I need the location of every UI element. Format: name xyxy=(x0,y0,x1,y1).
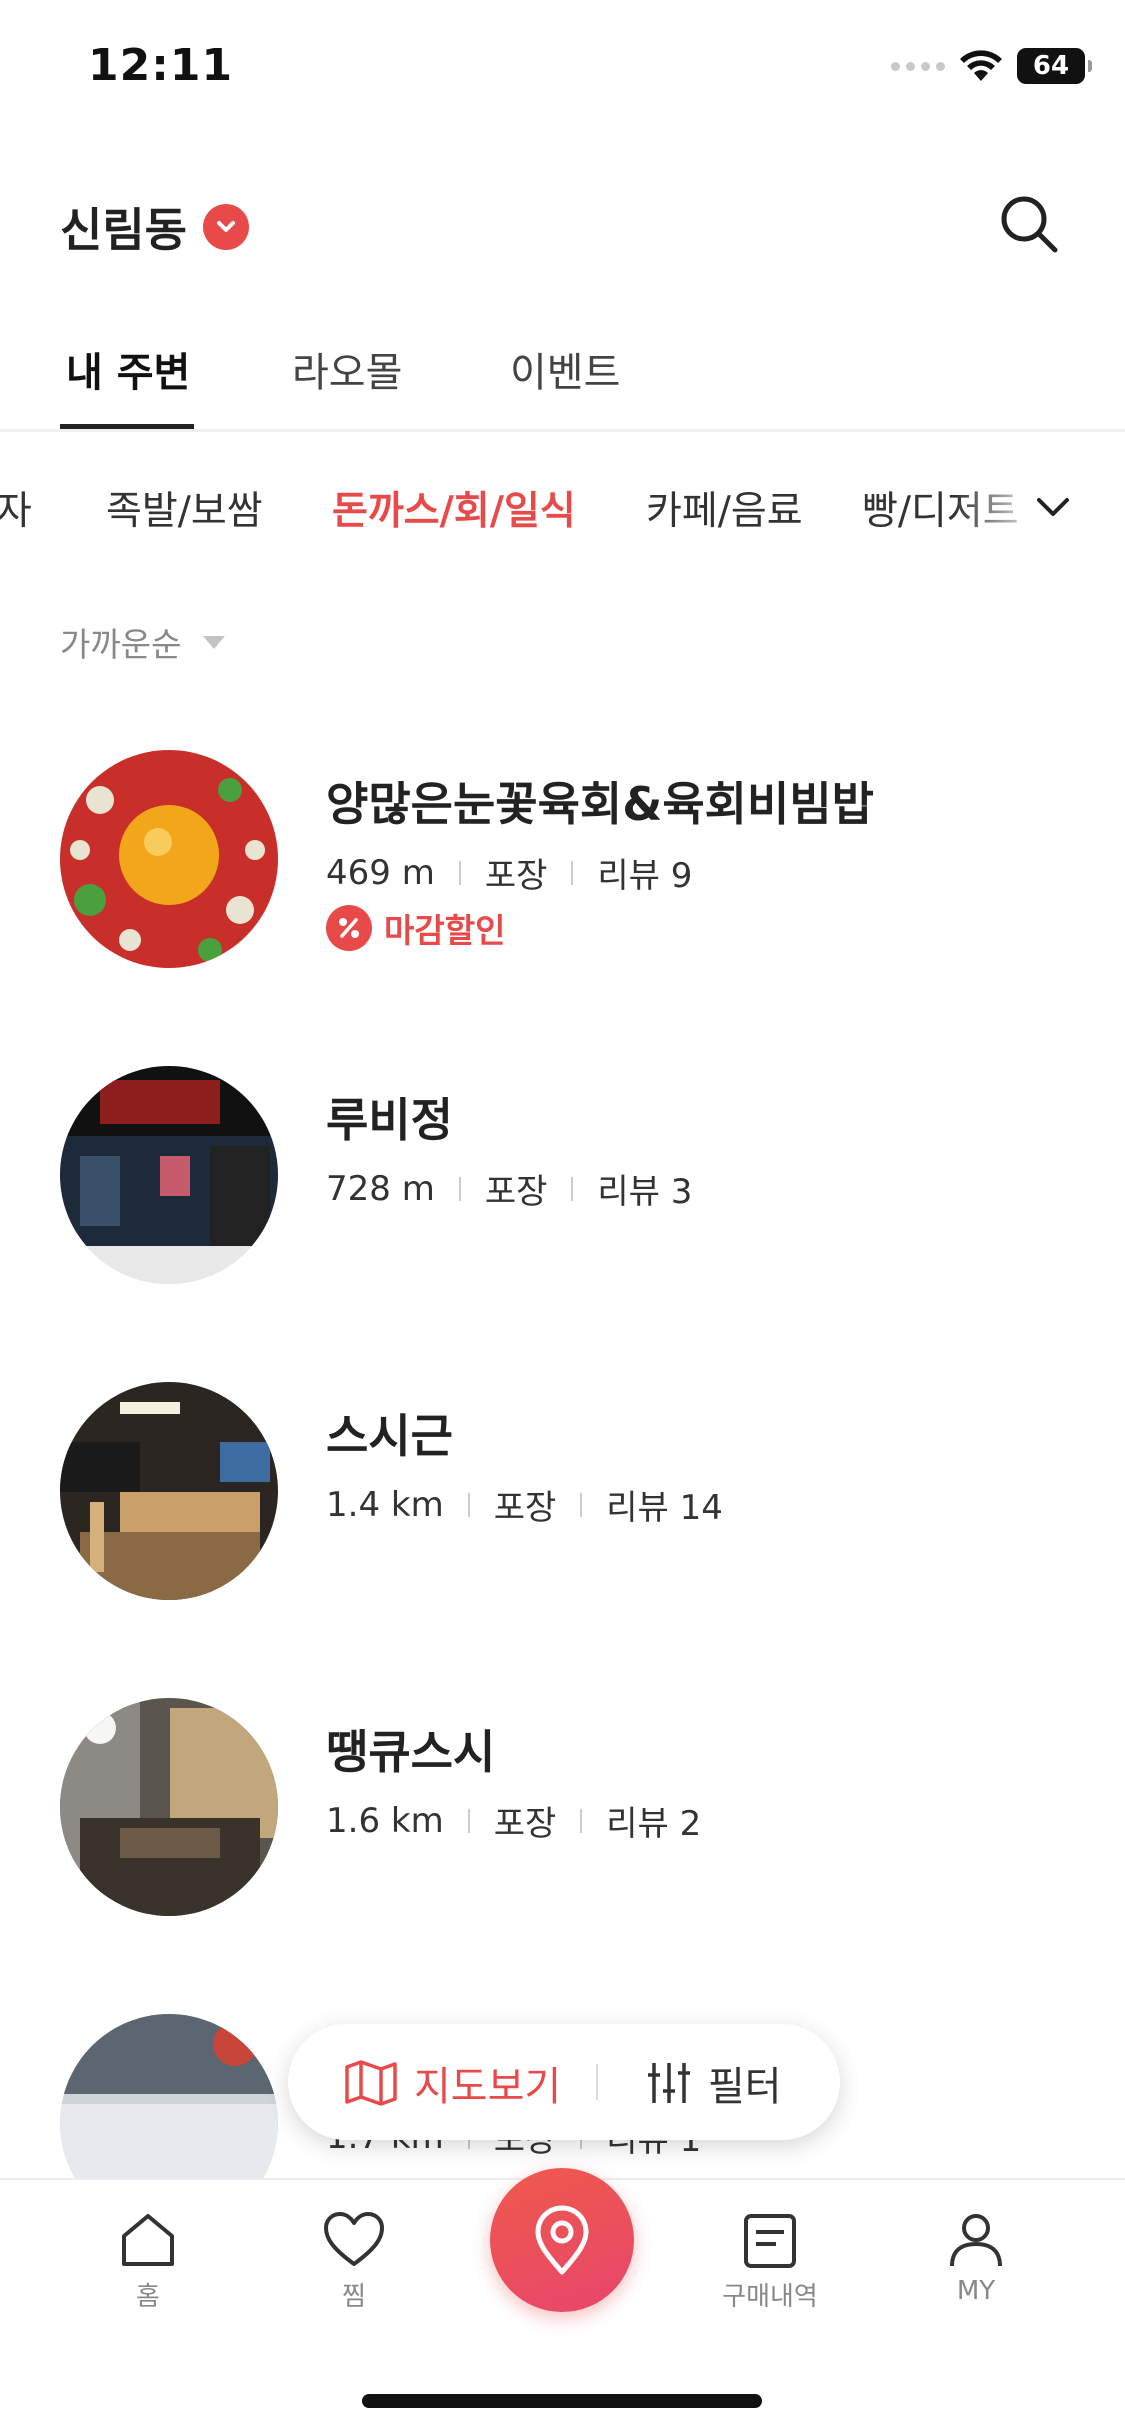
store-reviews: 리뷰 9 xyxy=(597,856,693,896)
store-distance: 469 m xyxy=(326,852,435,893)
top-tabs: 내 주변 라오몰 이벤트 xyxy=(0,320,1125,432)
store-reviews: 리뷰 14 xyxy=(606,1488,723,1528)
nav-my-label: MY xyxy=(956,2276,996,2306)
person-icon xyxy=(950,2214,1002,2267)
store-order-type: 포장 xyxy=(484,856,548,896)
store-order-type: 포장 xyxy=(493,1804,557,1844)
filter-sliders-icon xyxy=(648,2063,690,2103)
location-selector[interactable]: 신림동 xyxy=(60,194,249,260)
nav-home-label: 홈 xyxy=(136,2282,160,2312)
status-time: 12:11 xyxy=(88,40,234,91)
filter-button[interactable]: 필터 xyxy=(646,2054,782,2112)
store-meta: 728 m 포장 리뷰 3 xyxy=(326,1164,692,1213)
search-button[interactable] xyxy=(993,188,1065,260)
percent-discount-icon xyxy=(326,905,372,951)
nav-purchase-history-label: 구매내역 xyxy=(722,2282,818,2312)
nav-home[interactable]: 홈 xyxy=(68,2210,228,2313)
store-distance: 728 m xyxy=(326,1168,435,1209)
restaurant-interior-photo xyxy=(60,1698,278,1916)
receipt-icon xyxy=(744,2214,796,2268)
store-reviews: 리뷰 2 xyxy=(606,1804,702,1844)
sort-label: 가까운순 xyxy=(60,625,182,664)
store-reviews: 리뷰 3 xyxy=(597,1172,693,1212)
store-meta: 469 m 포장 리뷰 9 xyxy=(326,848,692,897)
tab-event[interactable]: 이벤트 xyxy=(510,340,620,398)
location-label: 신림동 xyxy=(60,203,187,257)
nav-my[interactable]: MY xyxy=(896,2210,1056,2306)
map-filter-pill: 지도보기 필터 xyxy=(288,2024,840,2140)
store-distance: 1.4 km xyxy=(326,1484,444,1525)
pill-divider xyxy=(596,2064,598,2100)
nav-nearby-center-button[interactable] xyxy=(490,2168,634,2312)
active-tab-indicator xyxy=(60,424,194,429)
store-name: 루비정 xyxy=(326,1093,453,1147)
nav-favorites[interactable]: 찜 xyxy=(274,2210,434,2313)
home-icon xyxy=(122,2214,174,2266)
sort-dropdown[interactable]: 가까운순 xyxy=(60,618,226,666)
yukhoe-food-photo xyxy=(60,750,278,968)
tab-laomall[interactable]: 라오몰 xyxy=(292,340,402,398)
wifi-icon xyxy=(960,50,1002,81)
store-order-type: 포장 xyxy=(493,1488,557,1528)
map-view-label: 지도보기 xyxy=(414,2064,562,2110)
category-pizza[interactable]: 피자 xyxy=(0,480,32,536)
store-item[interactable]: 양많은눈꽃육회&육회비빔밥 469 m 포장 리뷰 9 마감할인 xyxy=(0,750,1125,970)
status-bar: 12:11 64 xyxy=(0,0,1125,140)
sushi-bar-interior-photo xyxy=(60,1382,278,1600)
category-donkatsu-hoe-ilsik[interactable]: 돈까스/회/일식 xyxy=(332,480,576,536)
chevron-down-icon xyxy=(1037,498,1069,516)
filter-label: 필터 xyxy=(708,2064,782,2110)
chevron-down-icon xyxy=(202,204,249,250)
search-icon xyxy=(1001,196,1058,253)
discount-badge: 마감할인 xyxy=(326,904,505,952)
nav-favorites-label: 찜 xyxy=(342,2282,366,2312)
store-name: 땡큐스시 xyxy=(326,1725,496,1779)
storefront-photo xyxy=(60,1066,278,1284)
cellular-signal-icon xyxy=(891,61,945,71)
store-meta: 1.4 km 포장 리뷰 14 xyxy=(326,1480,723,1529)
category-cafe-drink[interactable]: 카페/음료 xyxy=(646,480,803,536)
category-jokbal-bossam[interactable]: 족발/보쌈 xyxy=(106,480,263,536)
map-view-button[interactable]: 지도보기 xyxy=(344,2054,561,2112)
status-icons: 64 xyxy=(891,48,1092,84)
store-name: 스시근 xyxy=(326,1409,453,1463)
category-bar: 피자 족발/보쌈 돈까스/회/일식 카페/음료 빵/디저트 xyxy=(0,470,1125,550)
battery-icon: 64 xyxy=(1017,48,1092,84)
category-expand-button[interactable] xyxy=(1031,486,1075,530)
store-order-type: 포장 xyxy=(484,1172,548,1212)
header: 신림동 xyxy=(0,180,1125,270)
map-icon xyxy=(345,2060,397,2106)
store-name: 양많은눈꽃육회&육회비빔밥 xyxy=(326,777,874,831)
store-meta: 1.6 km 포장 리뷰 2 xyxy=(326,1796,701,1845)
tab-nearby[interactable]: 내 주변 xyxy=(66,340,190,398)
store-item[interactable]: 루비정 728 m 포장 리뷰 3 xyxy=(0,1066,1125,1286)
discount-label: 마감할인 xyxy=(384,911,506,950)
location-pin-icon xyxy=(535,2205,589,2275)
caret-down-icon xyxy=(203,635,226,649)
store-item[interactable]: 스시근 1.4 km 포장 리뷰 14 xyxy=(0,1382,1125,1602)
store-item[interactable]: 땡큐스시 1.6 km 포장 리뷰 2 xyxy=(0,1698,1125,1918)
heart-icon xyxy=(324,2212,384,2266)
home-indicator xyxy=(362,2394,762,2408)
store-distance: 1.6 km xyxy=(326,1800,444,1841)
nav-purchase-history[interactable]: 구매내역 xyxy=(690,2210,850,2313)
